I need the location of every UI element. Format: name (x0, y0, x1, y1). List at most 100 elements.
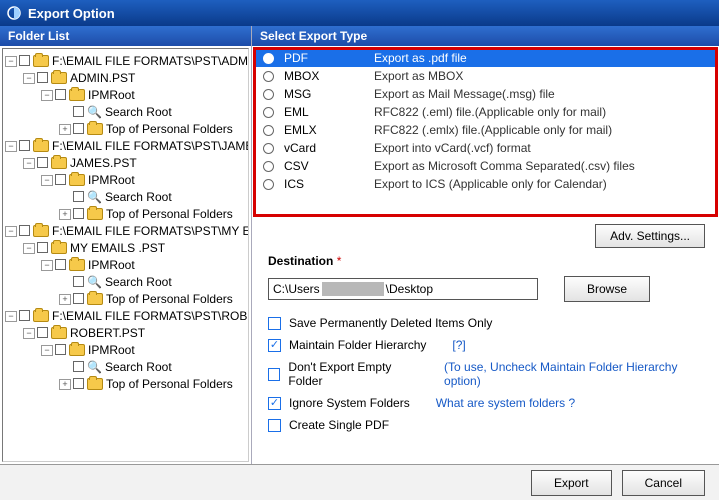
tree-expander[interactable]: − (23, 73, 35, 84)
tree-checkbox[interactable] (73, 106, 84, 117)
adv-settings-button[interactable]: Adv. Settings... (595, 224, 705, 248)
tree-checkbox[interactable] (19, 140, 30, 151)
export-type-row-eml[interactable]: EMLRFC822 (.eml) file.(Applicable only f… (255, 103, 716, 121)
checkbox-deleted[interactable] (268, 317, 281, 330)
radio-icon[interactable] (263, 71, 274, 82)
export-button[interactable]: Export (531, 470, 612, 496)
folder-icon (69, 89, 85, 101)
tree-expander[interactable]: − (23, 328, 35, 339)
tree-item[interactable]: Top of Personal Folders (106, 122, 233, 136)
help-link[interactable]: What are system folders ? (436, 396, 575, 410)
required-icon: * (337, 254, 342, 268)
tree-root[interactable]: F:\EMAIL FILE FORMATS\PST\ADM (52, 54, 248, 68)
folder-list-header: Folder List (0, 26, 251, 46)
tree-expander[interactable]: − (41, 260, 53, 271)
tree-item[interactable]: JAMES.PST (70, 156, 137, 170)
tree-expander[interactable]: − (5, 226, 17, 237)
tree-item[interactable]: MY EMAILS .PST (70, 241, 165, 255)
tree-checkbox[interactable] (55, 344, 66, 355)
tree-checkbox[interactable] (19, 310, 30, 321)
tree-item[interactable]: IPMRoot (88, 173, 135, 187)
tree-expander[interactable]: − (5, 311, 17, 322)
search-icon: 🔍 (87, 275, 102, 289)
tree-item[interactable]: ADMIN.PST (70, 71, 135, 85)
tree-checkbox[interactable] (37, 157, 48, 168)
tree-item[interactable]: Top of Personal Folders (106, 377, 233, 391)
tree-checkbox[interactable] (19, 55, 30, 66)
checkbox-singlepdf[interactable] (268, 419, 281, 432)
opt-label: Don't Export Empty Folder (288, 360, 421, 388)
tree-item[interactable]: Top of Personal Folders (106, 292, 233, 306)
destination-input[interactable]: C:\Users\Desktop (268, 278, 538, 300)
tree-expander[interactable]: − (5, 56, 17, 67)
tree-checkbox[interactable] (55, 259, 66, 270)
tree-root[interactable]: F:\EMAIL FILE FORMATS\PST\JAME (52, 139, 249, 153)
tree-checkbox[interactable] (73, 361, 84, 372)
cancel-button[interactable]: Cancel (622, 470, 705, 496)
tree-checkbox[interactable] (37, 327, 48, 338)
checkbox-empty[interactable] (268, 368, 280, 381)
tree-item[interactable]: Search Root (105, 190, 172, 204)
tree-item[interactable]: Top of Personal Folders (106, 207, 233, 221)
radio-icon[interactable] (263, 143, 274, 154)
tree-item[interactable]: IPMRoot (88, 258, 135, 272)
tree-expander[interactable]: + (59, 209, 71, 220)
checkbox-hierarchy[interactable]: ✓ (268, 339, 281, 352)
tree-item[interactable]: IPMRoot (88, 88, 135, 102)
tree-expander[interactable]: + (59, 294, 71, 305)
folder-tree[interactable]: − F:\EMAIL FILE FORMATS\PST\ADM − ADMIN.PS… (2, 48, 249, 462)
opt-label: Create Single PDF (289, 418, 389, 432)
export-type-row-csv[interactable]: CSVExport as Microsoft Comma Separated(.… (255, 157, 716, 175)
radio-icon[interactable] (263, 161, 274, 172)
search-icon: 🔍 (87, 105, 102, 119)
tree-expander[interactable]: − (41, 345, 53, 356)
radio-icon[interactable] (263, 107, 274, 118)
export-type-row-vcard[interactable]: vCardExport into vCard(.vcf) format (255, 139, 716, 157)
tree-expander[interactable]: − (23, 158, 35, 169)
export-type-row-mbox[interactable]: MBOXExport as MBOX (255, 67, 716, 85)
radio-icon[interactable] (263, 53, 274, 64)
radio-icon[interactable] (263, 179, 274, 190)
browse-button[interactable]: Browse (564, 276, 650, 302)
tree-item[interactable]: IPMRoot (88, 343, 135, 357)
tree-checkbox[interactable] (73, 191, 84, 202)
radio-icon[interactable] (263, 125, 274, 136)
export-type-row-ics[interactable]: ICSExport to ICS (Applicable only for Ca… (255, 175, 716, 193)
tree-expander[interactable]: + (59, 124, 71, 135)
tree-expander[interactable]: − (41, 90, 53, 101)
export-type-list[interactable]: PDFExport as .pdf file MBOXExport as MBO… (254, 48, 717, 216)
export-type-row-msg[interactable]: MSGExport as Mail Message(.msg) file (255, 85, 716, 103)
tree-checkbox[interactable] (19, 225, 30, 236)
folder-list-panel: Folder List − F:\EMAIL FILE FORMATS\PST\A… (0, 26, 252, 464)
tree-checkbox[interactable] (55, 174, 66, 185)
help-link[interactable]: [?] (452, 338, 465, 352)
tree-item[interactable]: Search Root (105, 360, 172, 374)
tree-checkbox[interactable] (73, 208, 84, 219)
folder-icon (87, 378, 103, 390)
tree-item[interactable]: ROBERT.PST (70, 326, 145, 340)
opt-label: Save Permanently Deleted Items Only (289, 316, 492, 330)
tree-root[interactable]: F:\EMAIL FILE FORMATS\PST\MY E (52, 224, 249, 238)
tree-expander[interactable]: + (59, 379, 71, 390)
tree-expander[interactable]: − (41, 175, 53, 186)
tree-checkbox[interactable] (37, 242, 48, 253)
tree-expander[interactable]: − (23, 243, 35, 254)
tree-checkbox[interactable] (73, 123, 84, 134)
tree-checkbox[interactable] (73, 276, 84, 287)
redacted-block (322, 282, 384, 296)
tree-checkbox[interactable] (55, 89, 66, 100)
checkbox-system[interactable]: ✓ (268, 397, 281, 410)
export-panel: Select Export Type PDFExport as .pdf fil… (252, 26, 719, 464)
export-type-row-pdf[interactable]: PDFExport as .pdf file (255, 49, 716, 67)
tree-expander[interactable]: − (5, 141, 17, 152)
tree-checkbox[interactable] (73, 378, 84, 389)
radio-icon[interactable] (263, 89, 274, 100)
tree-item[interactable]: Search Root (105, 275, 172, 289)
export-type-row-emlx[interactable]: EMLXRFC822 (.emlx) file.(Applicable only… (255, 121, 716, 139)
app-icon (6, 5, 22, 21)
folder-icon (51, 72, 67, 84)
tree-checkbox[interactable] (37, 72, 48, 83)
tree-checkbox[interactable] (73, 293, 84, 304)
tree-root[interactable]: F:\EMAIL FILE FORMATS\PST\ROBE (52, 309, 249, 323)
tree-item[interactable]: Search Root (105, 105, 172, 119)
